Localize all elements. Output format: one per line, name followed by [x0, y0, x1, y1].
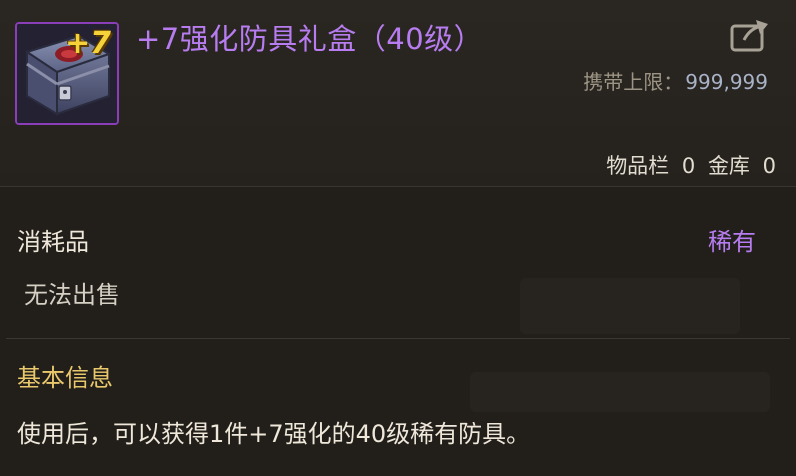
- basic-info-heading: 基本信息: [17, 364, 113, 392]
- inventory-label: 物品栏: [606, 154, 670, 178]
- share-button[interactable]: [728, 18, 772, 54]
- carry-limit-label: 携带上限：: [583, 70, 684, 94]
- share-out-icon: [730, 20, 768, 52]
- item-icon: +7: [15, 22, 119, 125]
- vault-count: 0: [762, 154, 776, 178]
- carry-limit: 携带上限： 999,999: [583, 66, 768, 95]
- background-blur: [520, 278, 740, 334]
- tooltip-header: +7 +7强化防具礼盒（40级） 携带上限： 999,999 物品栏 0 金库 0: [0, 0, 796, 187]
- storage-counts: 物品栏 0 金库 0: [606, 150, 776, 180]
- background-blur: [470, 372, 770, 412]
- enhance-badge: +7: [64, 26, 111, 61]
- sell-state: 无法出售: [24, 281, 120, 309]
- item-tooltip: +7 +7强化防具礼盒（40级） 携带上限： 999,999 物品栏 0 金库 0…: [0, 0, 796, 476]
- item-rarity: 稀有: [708, 228, 756, 256]
- item-category: 消耗品: [17, 228, 89, 256]
- vault-label: 金库: [707, 154, 750, 178]
- item-title: +7强化防具礼盒（40级）: [136, 22, 484, 56]
- section-divider: [6, 338, 790, 339]
- inventory-count: 0: [681, 154, 696, 178]
- carry-limit-value: 999,999: [685, 70, 768, 94]
- item-description: 使用后，可以获得1件+7强化的40级稀有防具。: [17, 420, 531, 448]
